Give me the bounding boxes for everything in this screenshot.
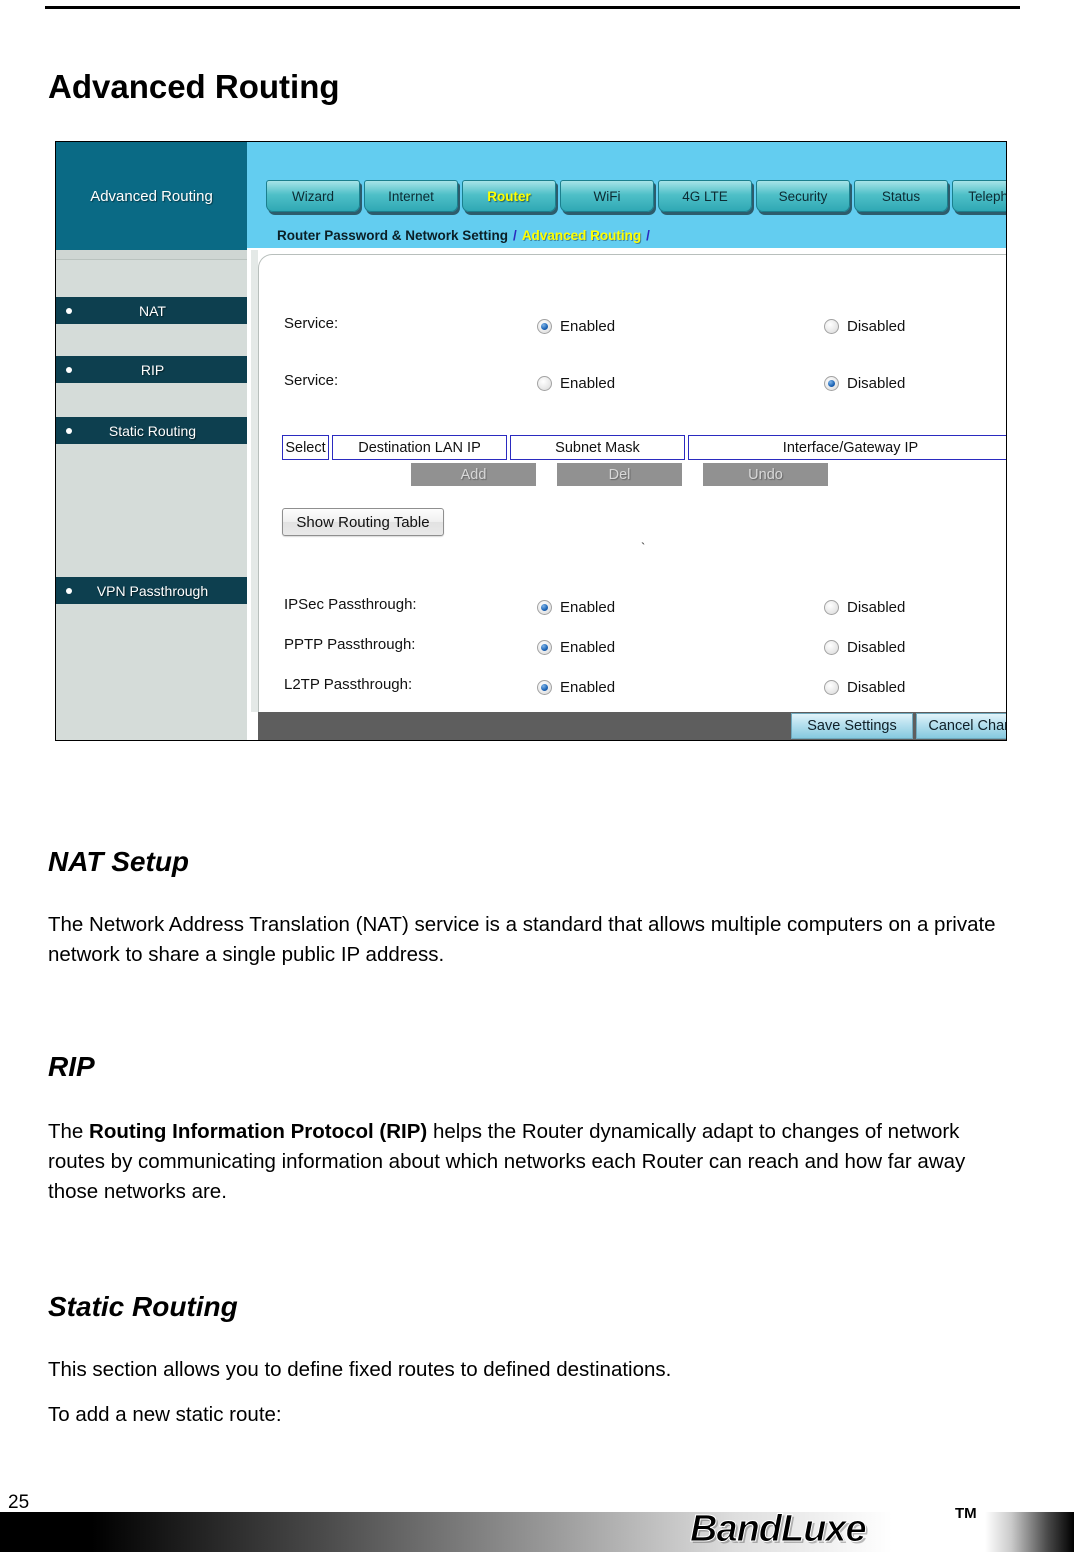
tab-security[interactable]: Security [756, 180, 850, 212]
show-routing-table-button[interactable]: Show Routing Table [282, 508, 444, 536]
undo-route-button[interactable]: Undo [703, 463, 828, 486]
page-number: 25 [8, 1492, 30, 1513]
l2tp-passthrough-label: L2TP Passthrough: [284, 676, 413, 693]
option-label: Disabled [847, 598, 906, 616]
radio-enabled-icon[interactable] [537, 639, 552, 655]
section-body-nat: The Network Address Translation (NAT) se… [48, 913, 996, 966]
breadcrumb-item-parent[interactable]: Router Password & Network Setting [277, 228, 508, 243]
l2tp-disabled-option[interactable]: Disabled [824, 679, 905, 696]
pptp-enabled-option[interactable]: Enabled [537, 639, 615, 656]
trademark-symbol: TM [955, 1505, 977, 1522]
sidebar-item-label: Static Routing [108, 422, 197, 439]
rip-service-label: Service: [284, 372, 339, 389]
sidebar-divider [56, 250, 247, 260]
sidebar-item-rip[interactable]: RIP [56, 356, 247, 383]
l2tp-enabled-option[interactable]: Enabled [537, 679, 615, 696]
add-route-button[interactable]: Add [411, 463, 536, 486]
option-label: Enabled [560, 317, 616, 335]
tab-internet[interactable]: Internet [364, 180, 458, 212]
router-admin-ui-figure: Advanced Routing NAT RIP Static Routing … [55, 141, 1007, 741]
radio-disabled-icon[interactable] [824, 375, 839, 391]
radio-disabled-icon[interactable] [824, 679, 839, 695]
rip-service-enabled-option[interactable]: Enabled [537, 375, 615, 392]
bandluxe-logo: BandLuxe [690, 1508, 868, 1551]
sidebar: Advanced Routing NAT RIP Static Routing … [56, 142, 247, 740]
pptp-disabled-option[interactable]: Disabled [824, 639, 905, 656]
radio-enabled-icon[interactable] [537, 599, 552, 615]
radio-disabled-icon[interactable] [824, 318, 839, 334]
ipsec-enabled-option[interactable]: Enabled [537, 599, 615, 616]
section-body-static-2: To add a new static route: [48, 1403, 282, 1426]
footer-gradient-bar-right [985, 1512, 1074, 1552]
option-label: Enabled [560, 598, 616, 616]
sidebar-item-label: NAT [139, 302, 166, 319]
tab-bar: Wizard Internet Router WiFi 4G LTE Secur… [247, 142, 1006, 231]
column-header-interface-gateway-ip[interactable]: Interface/Gateway IP [688, 435, 1006, 460]
nat-service-disabled-option[interactable]: Disabled [824, 318, 905, 335]
rip-service-row: Service: Enabled Disabled [284, 372, 984, 394]
sidebar-item-label: VPN Passthrough [96, 582, 209, 599]
page-top-rule [45, 6, 1020, 9]
rip-body-before: The [48, 1120, 90, 1143]
breadcrumb-separator: / [513, 227, 517, 243]
ipsec-passthrough-label: IPSec Passthrough: [284, 596, 417, 613]
ipsec-disabled-option[interactable]: Disabled [824, 599, 905, 616]
ipsec-passthrough-row: IPSec Passthrough: Enabled Disabled [284, 596, 984, 618]
pptp-passthrough-label: PPTP Passthrough: [284, 636, 416, 653]
section-body-static-1: This section allows you to define fixed … [48, 1358, 672, 1381]
sidebar-item-static-routing[interactable]: Static Routing [56, 417, 247, 444]
breadcrumb-separator: / [646, 227, 650, 243]
sidebar-header: Advanced Routing [56, 142, 247, 250]
breadcrumb: Router Password & Network Setting / Adva… [247, 222, 1006, 248]
radio-enabled-icon[interactable] [537, 679, 552, 695]
static-route-table-header: Select Destination LAN IP Subnet Mask In… [282, 435, 1006, 460]
option-label: Disabled [847, 374, 906, 392]
content-column: Wizard Internet Router WiFi 4G LTE Secur… [247, 142, 1006, 740]
rip-body-bold: Routing Information Protocol (RIP) [89, 1120, 428, 1143]
page-title: Advanced Routing [48, 68, 340, 105]
option-label: Disabled [847, 678, 906, 696]
radio-enabled-icon[interactable] [537, 375, 552, 391]
option-label: Enabled [560, 678, 616, 696]
settings-panel: Service: Enabled Disabled Service: Enabl… [258, 254, 1006, 712]
nat-service-enabled-option[interactable]: Enabled [537, 318, 615, 335]
nat-service-label: Service: [284, 315, 339, 332]
sidebar-item-vpn-passthrough[interactable]: VPN Passthrough [56, 577, 247, 604]
column-header-subnet-mask[interactable]: Subnet Mask [510, 435, 685, 460]
tab-router[interactable]: Router [462, 180, 556, 212]
column-header-destination-lan-ip[interactable]: Destination LAN IP [332, 435, 507, 460]
tab-wizard[interactable]: Wizard [266, 180, 360, 212]
section-body-rip: The Routing Information Protocol (RIP) h… [48, 1117, 1008, 1207]
section-heading-nat: NAT Setup [48, 846, 190, 877]
rip-service-disabled-option[interactable]: Disabled [824, 375, 905, 392]
breadcrumb-item-current[interactable]: Advanced Routing [522, 228, 641, 243]
sidebar-item-label: RIP [140, 361, 165, 378]
option-label: Disabled [847, 638, 906, 656]
radio-disabled-icon[interactable] [824, 599, 839, 615]
tab-status[interactable]: Status [854, 180, 948, 212]
tab-wifi[interactable]: WiFi [560, 180, 654, 212]
column-header-select[interactable]: Select [282, 435, 329, 460]
pptp-passthrough-row: PPTP Passthrough: Enabled Disabled [284, 636, 984, 658]
tab-4g-lte[interactable]: 4G LTE [658, 180, 752, 212]
nat-service-row: Service: Enabled Disabled [284, 315, 984, 337]
save-settings-button[interactable]: Save Settings [791, 713, 913, 739]
section-heading-static-routing: Static Routing [48, 1291, 238, 1322]
tab-telephony[interactable]: Telephony [952, 180, 1006, 212]
del-route-button[interactable]: Del [557, 463, 682, 486]
section-heading-rip: RIP [48, 1051, 95, 1082]
l2tp-passthrough-row: L2TP Passthrough: Enabled Disabled [284, 676, 984, 698]
option-label: Enabled [560, 374, 616, 392]
panel-shadow [251, 250, 258, 712]
action-bar: Save Settings Cancel Changes [258, 712, 1006, 740]
cancel-changes-button[interactable]: Cancel Changes [916, 713, 1006, 739]
radio-disabled-icon[interactable] [824, 639, 839, 655]
sidebar-item-nat[interactable]: NAT [56, 297, 247, 324]
radio-enabled-icon[interactable] [537, 318, 552, 334]
stray-mark: ` [641, 540, 646, 555]
option-label: Enabled [560, 638, 616, 656]
option-label: Disabled [847, 317, 906, 335]
